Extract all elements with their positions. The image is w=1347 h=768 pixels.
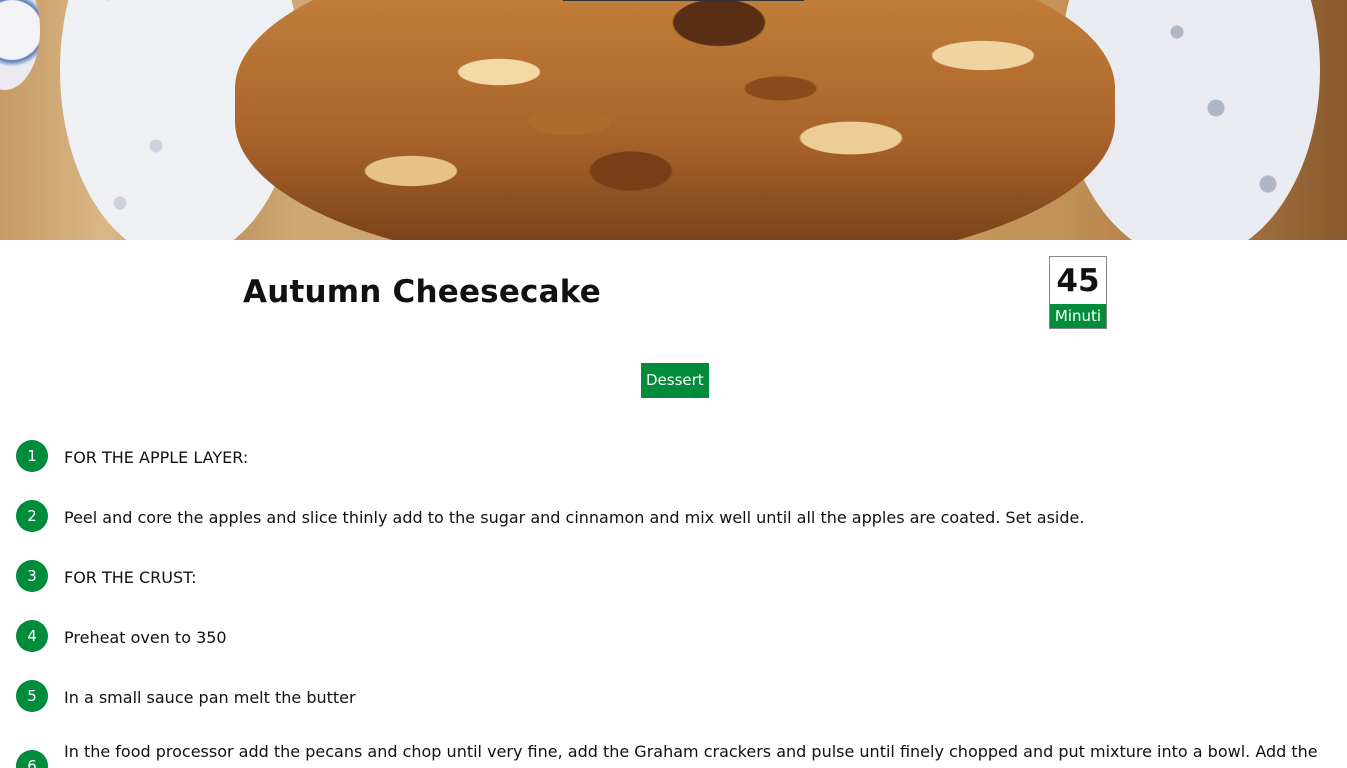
cheesecake-photo bbox=[235, 0, 1115, 240]
step-item: 6 In the food processor add the pecans a… bbox=[0, 740, 1347, 768]
prep-time-value: 45 bbox=[1056, 263, 1100, 299]
step-number-badge: 2 bbox=[16, 500, 48, 532]
step-item: 2 Peel and core the apples and slice thi… bbox=[0, 500, 1347, 560]
step-item: 4 Preheat oven to 350 bbox=[0, 620, 1347, 680]
step-number-badge: 5 bbox=[16, 680, 48, 712]
step-item: 5 In a small sauce pan melt the butter bbox=[0, 680, 1347, 740]
recipe-header: Autumn Cheesecake 45 Minuti bbox=[0, 256, 1347, 332]
step-text: FOR THE APPLE LAYER: bbox=[64, 448, 249, 467]
prep-time-unit: Minuti bbox=[1050, 304, 1106, 328]
step-number-badge: 3 bbox=[16, 560, 48, 592]
step-text: FOR THE CRUST: bbox=[64, 568, 197, 587]
recipe-page: Autumn Cheesecake 45 Minuti Dessert 1 FO… bbox=[0, 0, 1347, 768]
recipe-title: Autumn Cheesecake bbox=[243, 274, 601, 310]
category-badge[interactable]: Dessert bbox=[641, 363, 709, 398]
plate-edge-decoration bbox=[0, 0, 40, 90]
steps-list: 1 FOR THE APPLE LAYER: 2 Peel and core t… bbox=[0, 440, 1347, 768]
step-number-badge: 4 bbox=[16, 620, 48, 652]
hero-image bbox=[0, 0, 1347, 240]
step-text: In the food processor add the pecans and… bbox=[64, 742, 1318, 761]
step-item: 3 FOR THE CRUST: bbox=[0, 560, 1347, 620]
step-text: Preheat oven to 350 bbox=[64, 628, 227, 647]
step-number-badge: 6 bbox=[16, 750, 48, 768]
step-item: 1 FOR THE APPLE LAYER: bbox=[0, 440, 1347, 500]
prep-time-box: 45 Minuti bbox=[1049, 256, 1107, 329]
step-number-badge: 1 bbox=[16, 440, 48, 472]
step-text: In a small sauce pan melt the butter bbox=[64, 688, 356, 707]
hero-divider-line bbox=[563, 0, 804, 1]
step-text: Peel and core the apples and slice thinl… bbox=[64, 508, 1085, 527]
